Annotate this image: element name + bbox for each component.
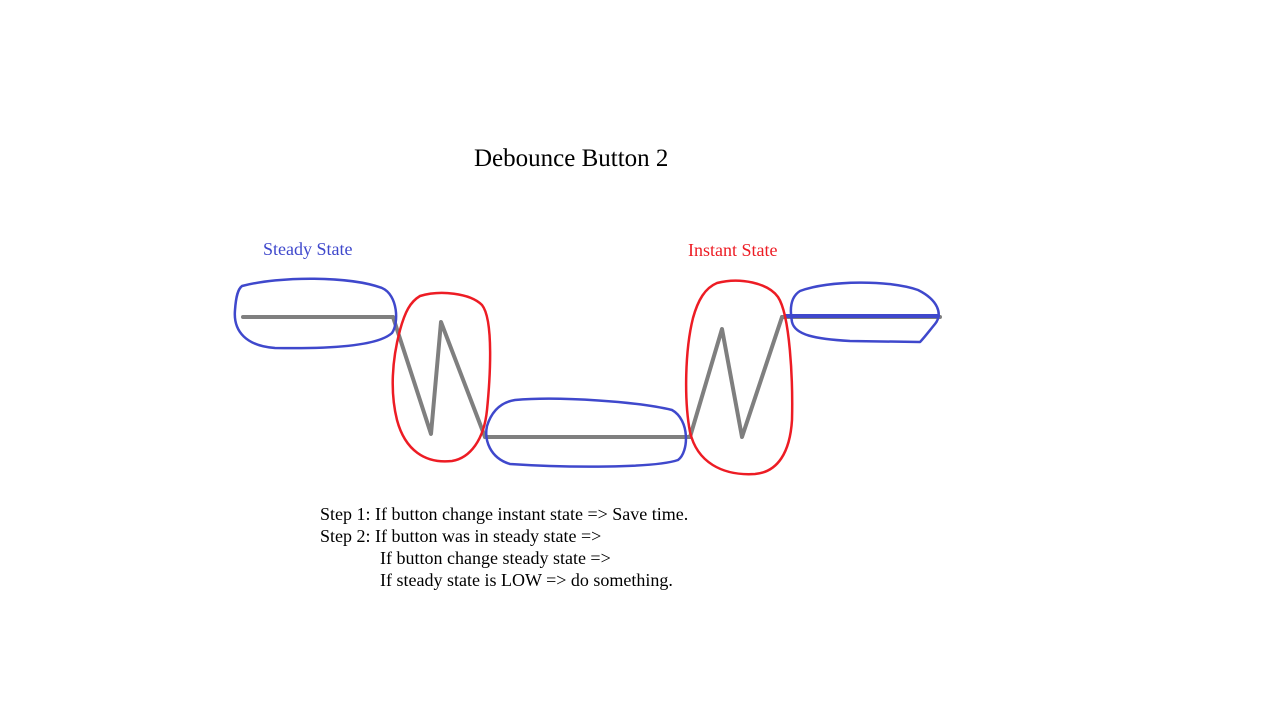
steady-outline-2 <box>485 397 688 468</box>
signal-diagram <box>233 277 942 476</box>
signal-bounce-2 <box>688 315 784 439</box>
step-2-sub-1-text: If button change steady state => <box>380 548 611 568</box>
steady-outline-3 <box>789 281 940 344</box>
step-1-text: Step 1: If button change instant state =… <box>320 504 689 524</box>
instant-outline-2 <box>684 279 794 476</box>
signal-bounce-1 <box>391 315 487 439</box>
steps-block: Step 1: If button change instant state =… <box>320 503 688 591</box>
signal-waveform <box>241 315 942 439</box>
step-2-sub-2-text: If steady state is LOW => do something. <box>380 570 673 590</box>
steady-outline-1 <box>233 277 398 350</box>
instant-outline-1 <box>391 291 492 463</box>
step-2-text: Step 2: If button was in steady state => <box>320 526 602 546</box>
diagram-canvas: Debounce Button 2 Steady State Instant S… <box>0 0 1280 720</box>
